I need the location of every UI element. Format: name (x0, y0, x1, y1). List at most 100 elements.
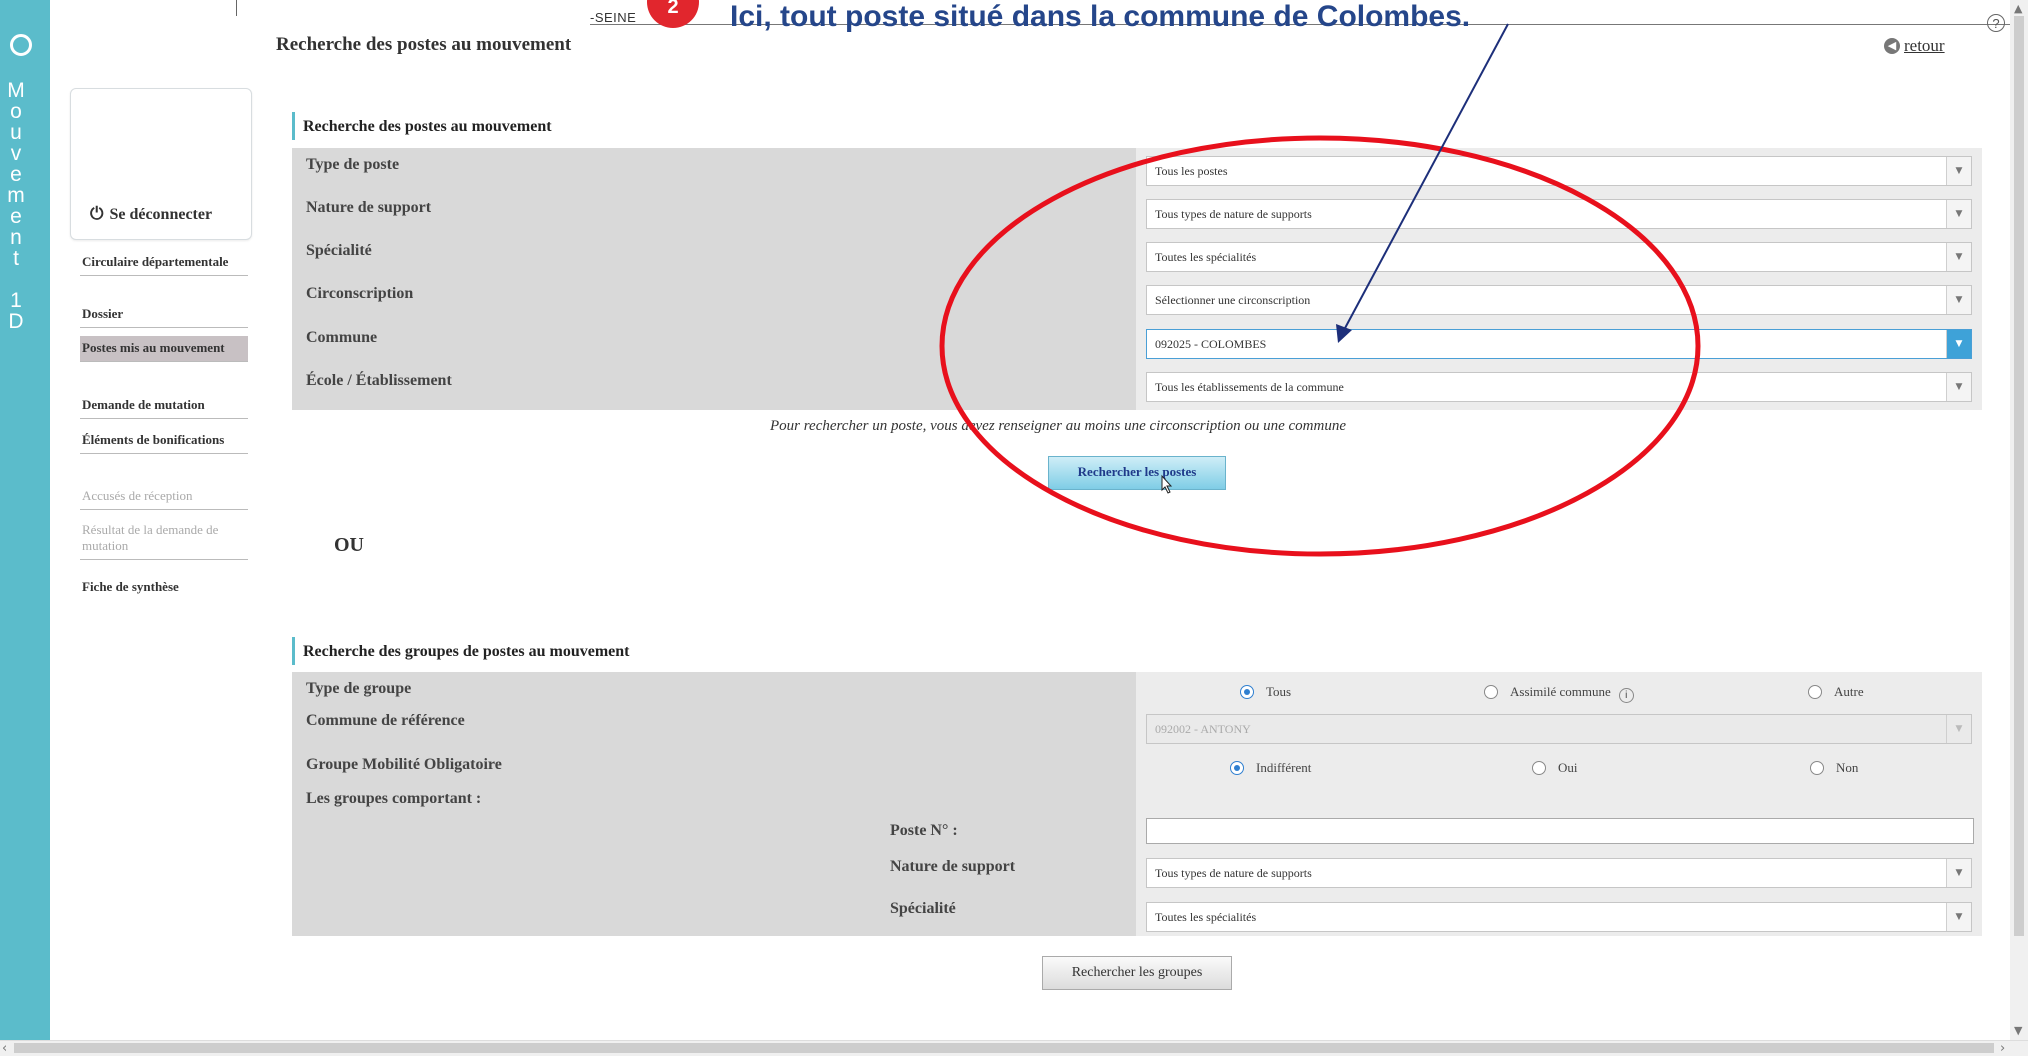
brand-letter: v (10, 142, 22, 165)
brand-letter: D (8, 310, 24, 333)
brand-letter: t (13, 247, 19, 270)
mobilite-label: Groupe Mobilité Obligatoire (306, 756, 502, 773)
chevron-down-icon: ▼ (1946, 330, 1971, 358)
groupe-nature-support-value: Tous types de nature de supports (1155, 866, 1312, 880)
scroll-right-icon[interactable]: › (2000, 1041, 2005, 1056)
scroll-left-icon[interactable]: ‹ (2, 1041, 7, 1056)
brand-letter: u (10, 121, 22, 144)
help-icon[interactable]: ? (1987, 14, 2005, 32)
nature-support-label: Nature de support (306, 199, 432, 216)
scroll-up-icon[interactable]: ▲ (2014, 2, 2022, 15)
radio-label: Autre (1834, 684, 1864, 699)
specialite-value: Toutes les spécialités (1155, 250, 1257, 264)
type-groupe-radio-assimile[interactable]: Assimilé commune i (1484, 684, 1634, 703)
brand-letter: m (7, 184, 25, 207)
type-groupe-radio-autre[interactable]: Autre (1808, 684, 1864, 700)
info-icon[interactable]: i (1618, 688, 1634, 703)
groupe-nature-support-label: Nature de support (890, 858, 1016, 875)
page-title: Recherche des postes au mouvement (276, 34, 572, 55)
brand-letter: n (10, 226, 22, 249)
search-groupes-button[interactable]: Rechercher les groupes (1042, 956, 1232, 990)
postes-search-title: Recherche des postes au mouvement (292, 112, 552, 140)
commune-select[interactable]: 092025 - COLOMBES ▼ (1146, 329, 1972, 359)
mobilite-radio-indifferent[interactable]: Indifférent (1230, 760, 1311, 776)
circonscription-value: Sélectionner une circonscription (1155, 293, 1311, 307)
radio-unchecked-icon (1808, 685, 1822, 699)
brand-letter: 1 (10, 289, 22, 312)
sidebar-item-resultat: Résultat de la demande de mutation (80, 518, 248, 560)
power-icon: ⏻ (90, 204, 104, 224)
academy-name-fragment: -SEINE (590, 10, 637, 25)
radio-checked-icon (1240, 685, 1254, 699)
brand-letter: e (10, 205, 22, 228)
radio-checked-icon (1230, 761, 1244, 775)
postes-search-grid-values (1136, 148, 1982, 410)
etablissement-label: École / Établissement (306, 372, 452, 389)
chevron-down-icon: ▼ (1946, 286, 1971, 314)
or-separator: OU (334, 534, 364, 556)
app-brand-strip: M o u v e m e n t 1 D (0, 0, 50, 1040)
sidebar-item-accuses: Accusés de réception (80, 484, 248, 510)
search-postes-button[interactable]: Rechercher les postes (1048, 456, 1226, 490)
sidebar-item-bonifications[interactable]: Éléments de bonifications (80, 428, 248, 454)
radio-unchecked-icon (1484, 685, 1498, 699)
chevron-down-icon: ▼ (1946, 200, 1971, 228)
radio-label: Oui (1558, 760, 1578, 775)
chevron-down-icon: ▼ (1946, 715, 1971, 743)
specialite-select[interactable]: Toutes les spécialités ▼ (1146, 242, 1972, 272)
type-poste-select[interactable]: Tous les postes ▼ (1146, 156, 1972, 186)
circonscription-select[interactable]: Sélectionner une circonscription ▼ (1146, 285, 1972, 315)
poste-number-input[interactable] (1146, 818, 1974, 844)
sidebar-item-circulaire[interactable]: Circulaire départementale (80, 250, 248, 276)
radio-label: Indifférent (1256, 760, 1312, 775)
sidebar-item-synthese[interactable]: Fiche de synthèse (80, 575, 248, 600)
type-groupe-radio-tous[interactable]: Tous (1240, 684, 1291, 700)
horizontal-scroll-thumb[interactable] (14, 1043, 1994, 1053)
commune-reference-label: Commune de référence (306, 712, 465, 729)
commune-value: 092025 - COLOMBES (1155, 337, 1267, 351)
vertical-scroll-thumb[interactable] (2014, 16, 2024, 936)
radio-label: Assimilé commune (1510, 684, 1611, 699)
nature-support-value: Tous types de nature de supports (1155, 207, 1312, 221)
mobilite-radio-non[interactable]: Non (1810, 760, 1858, 776)
etablissement-value: Tous les établissements de la commune (1155, 380, 1344, 394)
back-arrow-icon[interactable]: ◀ (1884, 38, 1900, 54)
sidebar-item-demande[interactable]: Demande de mutation (80, 393, 248, 419)
sidebar-item-postes[interactable]: Postes mis au mouvement (80, 336, 248, 362)
groupe-nature-support-select[interactable]: Tous types de nature de supports ▼ (1146, 858, 1972, 888)
search-hint: Pour rechercher un poste, vous devez ren… (770, 418, 1346, 434)
scroll-down-icon[interactable]: ▼ (2014, 1024, 2022, 1037)
brand-letter (0, 269, 32, 290)
specialite-label: Spécialité (306, 242, 372, 259)
radio-label: Non (1836, 760, 1859, 775)
user-photo (70, 88, 250, 188)
back-link[interactable]: retour (1904, 36, 1945, 56)
radio-label: Tous (1266, 684, 1292, 699)
chevron-down-icon: ▼ (1946, 157, 1971, 185)
groupe-specialite-select[interactable]: Toutes les spécialités ▼ (1146, 902, 1972, 932)
nature-support-select[interactable]: Tous types de nature de supports ▼ (1146, 199, 1972, 229)
brand-letter: M (7, 79, 25, 102)
radio-unchecked-icon (1532, 761, 1546, 775)
groupes-search-title: Recherche des groupes de postes au mouve… (292, 637, 630, 665)
groupe-specialite-value: Toutes les spécialités (1155, 910, 1257, 924)
radio-unchecked-icon (1810, 761, 1824, 775)
groupes-search-grid-values (1136, 672, 1982, 936)
logout-button[interactable]: ⏻ Se déconnecter (90, 204, 212, 224)
type-groupe-label: Type de groupe (306, 680, 412, 697)
mobilite-radio-oui[interactable]: Oui (1532, 760, 1578, 776)
commune-reference-value: 092002 - ANTONY (1155, 722, 1251, 736)
poste-number-label: Poste N° : (890, 822, 958, 839)
brand-letter: e (10, 163, 22, 186)
commune-reference-select: 092002 - ANTONY ▼ (1146, 714, 1972, 744)
annotation-caption: Ici, tout poste situé dans la commune de… (730, 0, 1471, 33)
logout-label: Se déconnecter (109, 206, 213, 223)
chevron-down-icon: ▼ (1946, 859, 1971, 887)
chevron-down-icon: ▼ (1946, 903, 1971, 931)
app-brand-letters: M o u v e m e n t 1 D (0, 80, 32, 332)
sidebar-item-dossier[interactable]: Dossier (80, 302, 248, 328)
etablissement-select[interactable]: Tous les établissements de la commune ▼ (1146, 372, 1972, 402)
vertical-scrollbar[interactable]: ▲ ▼ (2010, 0, 2028, 1040)
header-divider (236, 0, 237, 16)
horizontal-scrollbar[interactable]: ‹ › (0, 1040, 2028, 1056)
